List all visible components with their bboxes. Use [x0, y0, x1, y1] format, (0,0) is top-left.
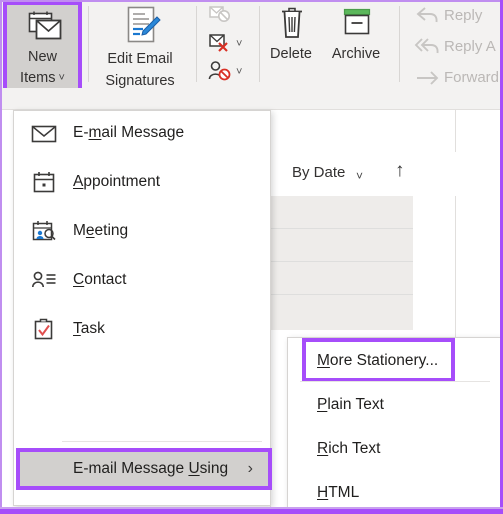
menu-item-email-message-using[interactable]: E-mail Message Using › — [15, 448, 272, 490]
group-divider — [88, 6, 89, 82]
menu-item-label: E-mail Message Using — [73, 460, 229, 477]
menu-item-meeting[interactable]: Meeting — [15, 210, 271, 252]
new-items-highlight-box — [3, 1, 82, 97]
message-list-row[interactable] — [271, 196, 413, 229]
edit-email-signatures-button[interactable]: Edit Email Signatures — [92, 2, 188, 94]
submenu-item-label: Plain Text — [317, 396, 384, 413]
ignore-conversation-icon — [208, 4, 232, 26]
block-sender-icon — [208, 60, 232, 82]
contact-icon — [31, 268, 57, 292]
submenu-item-label: More Stationery... — [317, 352, 439, 369]
reply-all-arrow-icon — [414, 35, 442, 59]
trash-can-icon — [280, 6, 304, 40]
archive-label: Archive — [331, 46, 381, 62]
menu-item-label: Meeting — [73, 222, 129, 239]
screenshot-root: New Items ˅ Edit Email Signatures ˅ ˅ De… — [0, 0, 503, 514]
message-list-row[interactable] — [271, 229, 413, 262]
message-list-sort-bar: By Date ˅ ↑ — [270, 152, 503, 196]
frame-left-border — [0, 0, 2, 514]
chevron-down-icon[interactable]: ˅ — [236, 66, 242, 78]
chevron-right-icon: › — [247, 460, 253, 477]
new-items-dropdown: E-mail Message Appointment Meeting Conta… — [13, 110, 272, 514]
small-command-stack: ˅ ˅ — [206, 2, 254, 86]
reply-arrow-icon — [414, 4, 442, 28]
reply-all-label: Reply A — [444, 38, 496, 55]
calendar-icon — [31, 170, 57, 194]
arrow-up-icon[interactable]: ↑ — [395, 160, 405, 182]
menu-item-email-message[interactable]: E-mail Message — [15, 112, 271, 154]
envelope-icon — [31, 121, 57, 145]
ees-line2: Signatures — [105, 73, 175, 89]
edit-email-signatures-label: Edit Email Signatures — [92, 48, 188, 92]
chevron-down-icon[interactable]: ˅ — [236, 38, 242, 50]
menu-item-label: Task — [73, 320, 105, 337]
message-list-row[interactable] — [271, 262, 413, 295]
archive-box-icon — [342, 8, 372, 38]
delete-label: Delete — [270, 46, 312, 62]
ignore-conversation-button[interactable] — [206, 2, 254, 29]
task-icon — [31, 317, 57, 341]
group-divider — [259, 6, 260, 82]
submenu-item-rich-text[interactable]: Rich Text — [288, 428, 503, 470]
frame-top-border — [0, 0, 503, 2]
delete-button[interactable]: Delete — [263, 2, 319, 94]
menu-item-appointment[interactable]: Appointment — [15, 161, 271, 203]
group-divider — [399, 6, 400, 82]
forward-arrow-icon — [414, 66, 442, 90]
block-sender-button[interactable]: ˅ — [206, 58, 254, 85]
chevron-down-icon[interactable]: ˅ — [356, 169, 363, 183]
frame-bottom-border — [0, 509, 503, 514]
ribbon-commands: New Items ˅ Edit Email Signatures ˅ ˅ De… — [0, 0, 503, 97]
forward-label: Forward — [444, 69, 500, 86]
submenu-item-label: Rich Text — [317, 440, 381, 457]
junk-email-button[interactable]: ˅ — [206, 30, 254, 57]
message-list-row[interactable] — [271, 295, 413, 330]
menu-item-contact[interactable]: Contact — [15, 259, 271, 301]
submenu-item-plain-text[interactable]: Plain Text — [288, 384, 503, 426]
ribbon-group-labels: Delete Respo — [0, 88, 503, 197]
group-divider — [196, 6, 197, 82]
meeting-icon — [31, 219, 57, 243]
document-pen-icon — [121, 5, 161, 47]
menu-item-label: Appointment — [73, 173, 161, 190]
menu-item-task[interactable]: Task — [15, 308, 271, 350]
ees-line1: Edit Email — [107, 51, 173, 67]
email-message-using-submenu: More Stationery... Plain Text Rich Text … — [287, 337, 503, 514]
reply-label: Reply — [444, 7, 483, 24]
ribbon: New Items ˅ Edit Email Signatures ˅ ˅ De… — [0, 0, 503, 197]
archive-button[interactable]: Archive — [320, 2, 392, 94]
junk-email-icon — [208, 32, 232, 54]
menu-item-label: Contact — [73, 271, 127, 288]
sort-by-label[interactable]: By Date — [292, 164, 345, 181]
menu-item-label: E-mail Message — [73, 124, 185, 141]
menu-separator — [62, 441, 262, 442]
submenu-item-more-stationery[interactable]: More Stationery... — [288, 338, 503, 382]
new-items-button[interactable]: New Items ˅ — [3, 1, 82, 97]
